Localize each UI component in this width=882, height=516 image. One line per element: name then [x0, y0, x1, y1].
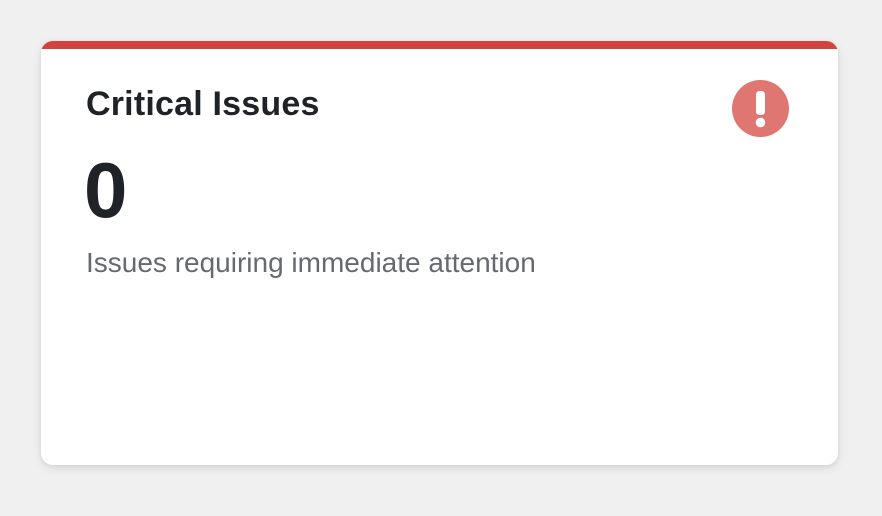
card-description: Issues requiring immediate attention	[86, 247, 536, 278]
critical-issues-count: 0	[84, 146, 128, 234]
exclamation-circle-icon	[732, 80, 789, 137]
card-title: Critical Issues	[86, 85, 320, 123]
dashboard-area: Critical Issues 0 Issues requiring immed…	[0, 0, 882, 516]
critical-issues-card: Critical Issues 0 Issues requiring immed…	[41, 41, 838, 465]
card-accent-bar	[41, 41, 838, 49]
